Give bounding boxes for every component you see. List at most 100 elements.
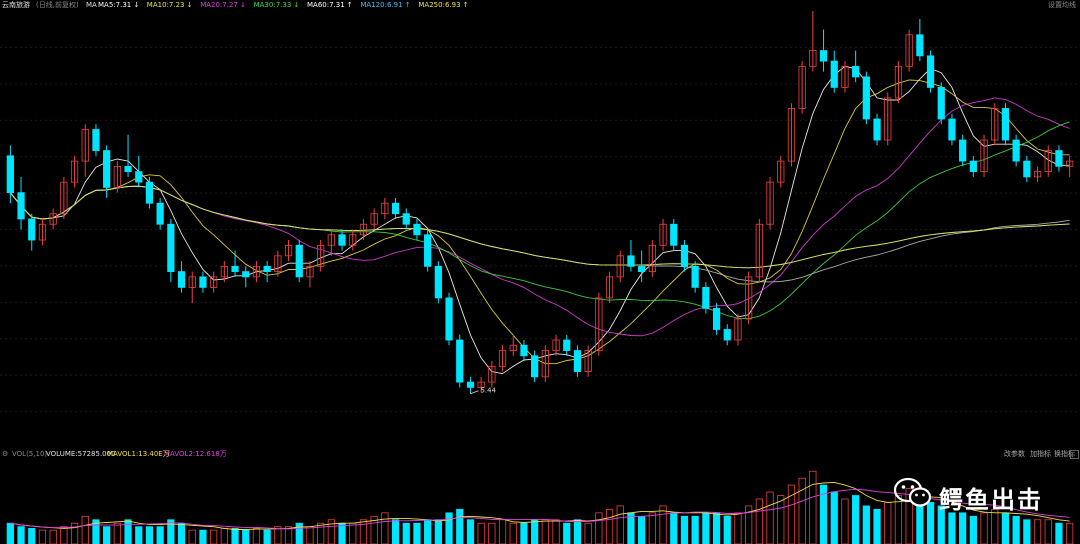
candle[interactable] <box>167 223 175 273</box>
volume-bar <box>830 491 838 544</box>
candle[interactable] <box>338 234 346 246</box>
volume-bar <box>1066 522 1074 544</box>
volume-bar <box>531 519 539 544</box>
candle[interactable] <box>937 87 945 120</box>
chart-header: 云南旅游 (日线,前复权) MA MA5:7.31 ↓ MA10:7.23 ↓ MA… <box>0 0 1080 11</box>
volume-bar <box>317 522 325 544</box>
volume-bar <box>702 512 710 544</box>
period-info: (日线,前复权) <box>36 1 79 9</box>
ma10-line <box>9 79 1070 365</box>
volume-bar <box>755 498 763 544</box>
change-params-button[interactable]: 改参数 <box>1004 448 1025 460</box>
volume-bar <box>477 522 485 544</box>
candle[interactable] <box>145 181 154 204</box>
candle[interactable] <box>830 60 838 88</box>
candle[interactable] <box>434 265 442 299</box>
watermark-text: 鳄鱼出击 <box>939 486 1043 514</box>
candle[interactable] <box>177 271 186 288</box>
candle[interactable] <box>969 160 977 173</box>
candle[interactable] <box>231 265 239 272</box>
candle[interactable] <box>6 155 14 194</box>
volume-bar <box>124 519 132 544</box>
candle[interactable] <box>520 344 528 357</box>
candle[interactable] <box>135 171 143 183</box>
volume-bar <box>81 515 89 544</box>
candle[interactable] <box>926 55 935 88</box>
volume-bar <box>605 508 614 544</box>
candle[interactable] <box>948 118 956 141</box>
candle[interactable] <box>1055 150 1063 167</box>
candle[interactable] <box>402 213 410 225</box>
candlestick-chart[interactable]: 9.285.44 <box>0 11 1080 448</box>
add-indicator-button[interactable]: 加指标 <box>1030 448 1051 460</box>
candle[interactable] <box>199 276 207 288</box>
panel-toggle-icon[interactable] <box>1070 450 1079 459</box>
volume-bar <box>584 522 592 544</box>
volume-bar <box>49 529 57 544</box>
candle[interactable] <box>862 76 870 120</box>
stock-name[interactable]: 云南旅游 <box>2 0 30 11</box>
candle[interactable] <box>531 355 539 378</box>
candle[interactable] <box>124 165 132 173</box>
volume-bar <box>734 512 742 544</box>
candle[interactable] <box>17 192 25 220</box>
vol-label: VOL(5,10) <box>12 450 48 458</box>
candle[interactable] <box>391 202 400 215</box>
ma30-line <box>9 121 1070 320</box>
candle[interactable] <box>627 255 635 267</box>
candle[interactable] <box>852 65 860 78</box>
candle[interactable] <box>456 339 464 383</box>
candle[interactable] <box>92 129 100 151</box>
candle[interactable] <box>670 223 678 246</box>
candle[interactable] <box>103 150 111 188</box>
candle[interactable] <box>1001 108 1010 141</box>
volume-bar <box>156 526 164 544</box>
volume-bar <box>627 512 635 544</box>
candle[interactable] <box>1023 160 1031 178</box>
settings-ma-button[interactable]: 设置均线 <box>1048 0 1076 11</box>
volume-bar <box>135 526 143 544</box>
volume-bar <box>638 515 646 544</box>
candle[interactable] <box>1012 139 1020 162</box>
candle[interactable] <box>723 329 731 341</box>
volume-bar <box>359 519 368 544</box>
candle[interactable] <box>563 339 571 351</box>
candle[interactable] <box>445 297 453 341</box>
volume-bar <box>969 515 977 544</box>
volume-bar <box>616 505 624 544</box>
candle[interactable] <box>712 308 721 330</box>
candle[interactable] <box>916 34 924 57</box>
candle[interactable] <box>959 139 967 162</box>
low-marker-line <box>470 390 479 395</box>
ma-legend-item: MA250:6.93 ↑ <box>418 1 469 9</box>
volume-bar <box>884 502 892 544</box>
candle[interactable] <box>424 234 432 267</box>
ma-legend-item: MA30:7.33 ↓ <box>253 1 300 9</box>
mavol1-value: MAVOL1:13.40E万 <box>107 450 170 458</box>
candle[interactable] <box>680 244 689 267</box>
candle[interactable] <box>873 118 881 141</box>
candle[interactable] <box>691 265 699 288</box>
candle[interactable] <box>413 223 421 236</box>
candle[interactable] <box>295 244 303 278</box>
candle[interactable] <box>263 265 271 272</box>
volume-bar <box>680 515 689 544</box>
candle[interactable] <box>819 50 828 62</box>
volume-bar <box>573 519 582 544</box>
ma-label: MA <box>86 1 97 9</box>
volume-bar <box>28 528 36 544</box>
candle[interactable] <box>156 202 164 225</box>
volume-bar <box>349 522 357 544</box>
volume-bar <box>595 512 603 544</box>
candle[interactable] <box>28 218 36 241</box>
watermark: 鳄鱼出击 <box>893 476 1073 516</box>
candle[interactable] <box>638 265 646 272</box>
candle[interactable] <box>466 381 475 388</box>
candle[interactable] <box>573 350 582 372</box>
gear-icon[interactable]: ⚙ <box>2 448 8 460</box>
volume-bar <box>263 529 271 544</box>
volume-bar <box>113 522 121 544</box>
candle[interactable] <box>702 286 710 309</box>
candle[interactable] <box>242 271 250 278</box>
volume-bar <box>959 512 967 544</box>
